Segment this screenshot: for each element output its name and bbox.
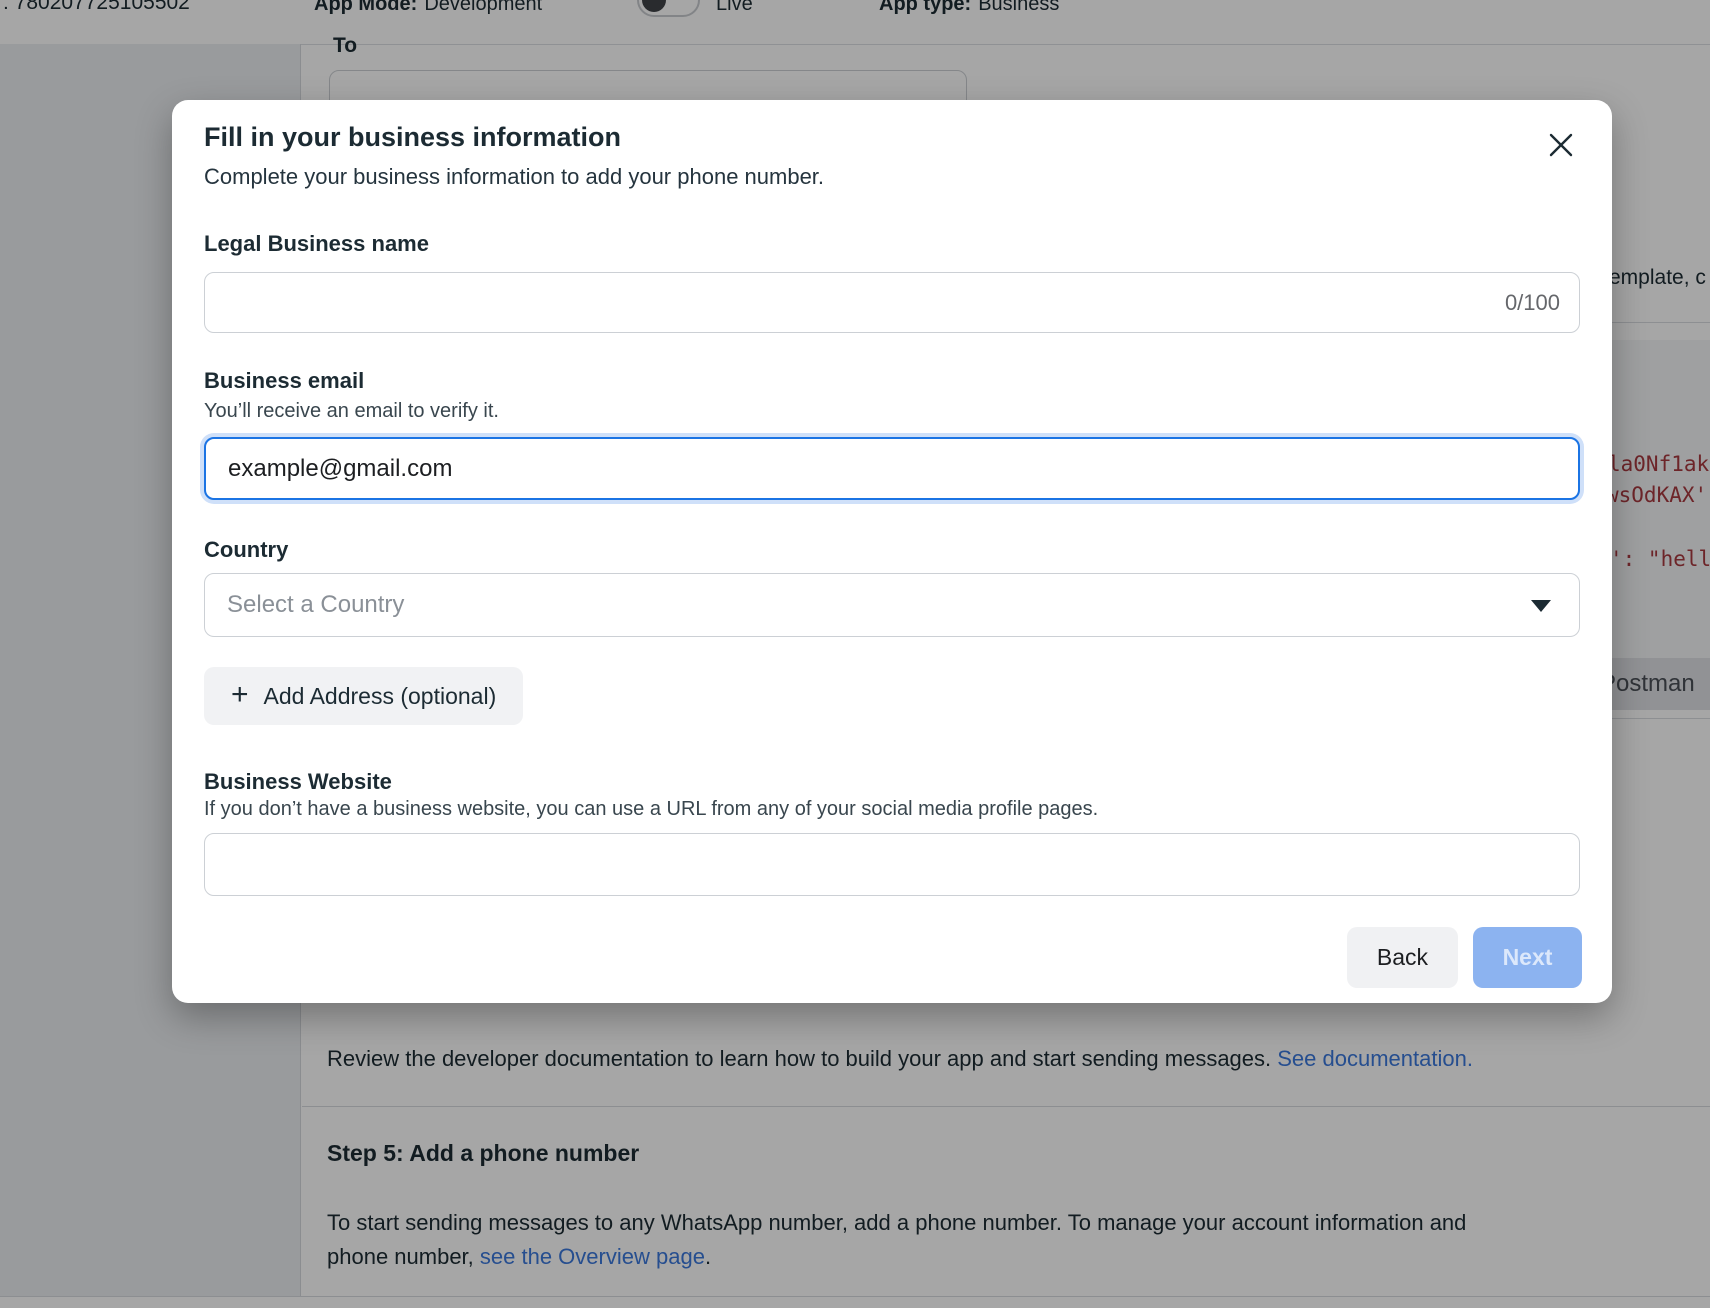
website-input[interactable] (204, 833, 1580, 896)
website-label: Business Website (204, 769, 392, 795)
legal-name-input[interactable] (204, 272, 1580, 333)
add-address-label: Add Address (optional) (264, 683, 497, 710)
add-address-button[interactable]: + Add Address (optional) (204, 667, 523, 725)
screen: : 780207725105502 App Mode: Development … (0, 0, 1710, 1308)
close-icon[interactable] (1545, 129, 1577, 161)
next-button[interactable]: Next (1473, 927, 1582, 988)
email-label: Business email (204, 368, 364, 394)
country-select[interactable]: Select a Country (204, 573, 1580, 637)
email-input[interactable] (204, 437, 1580, 500)
modal-subtitle: Complete your business information to ad… (204, 164, 824, 190)
plus-icon: + (231, 680, 249, 710)
modal-title: Fill in your business information (204, 122, 621, 153)
email-helper: You’ll receive an email to verify it. (204, 400, 499, 423)
chevron-down-icon (1531, 600, 1551, 612)
business-info-modal: Fill in your business information Comple… (172, 100, 1612, 1003)
country-placeholder: Select a Country (227, 591, 404, 619)
back-button[interactable]: Back (1347, 927, 1458, 988)
char-counter: 0/100 (1505, 290, 1560, 316)
legal-name-label: Legal Business name (204, 231, 429, 257)
website-helper: If you don’t have a business website, yo… (204, 798, 1098, 821)
country-label: Country (204, 537, 288, 563)
